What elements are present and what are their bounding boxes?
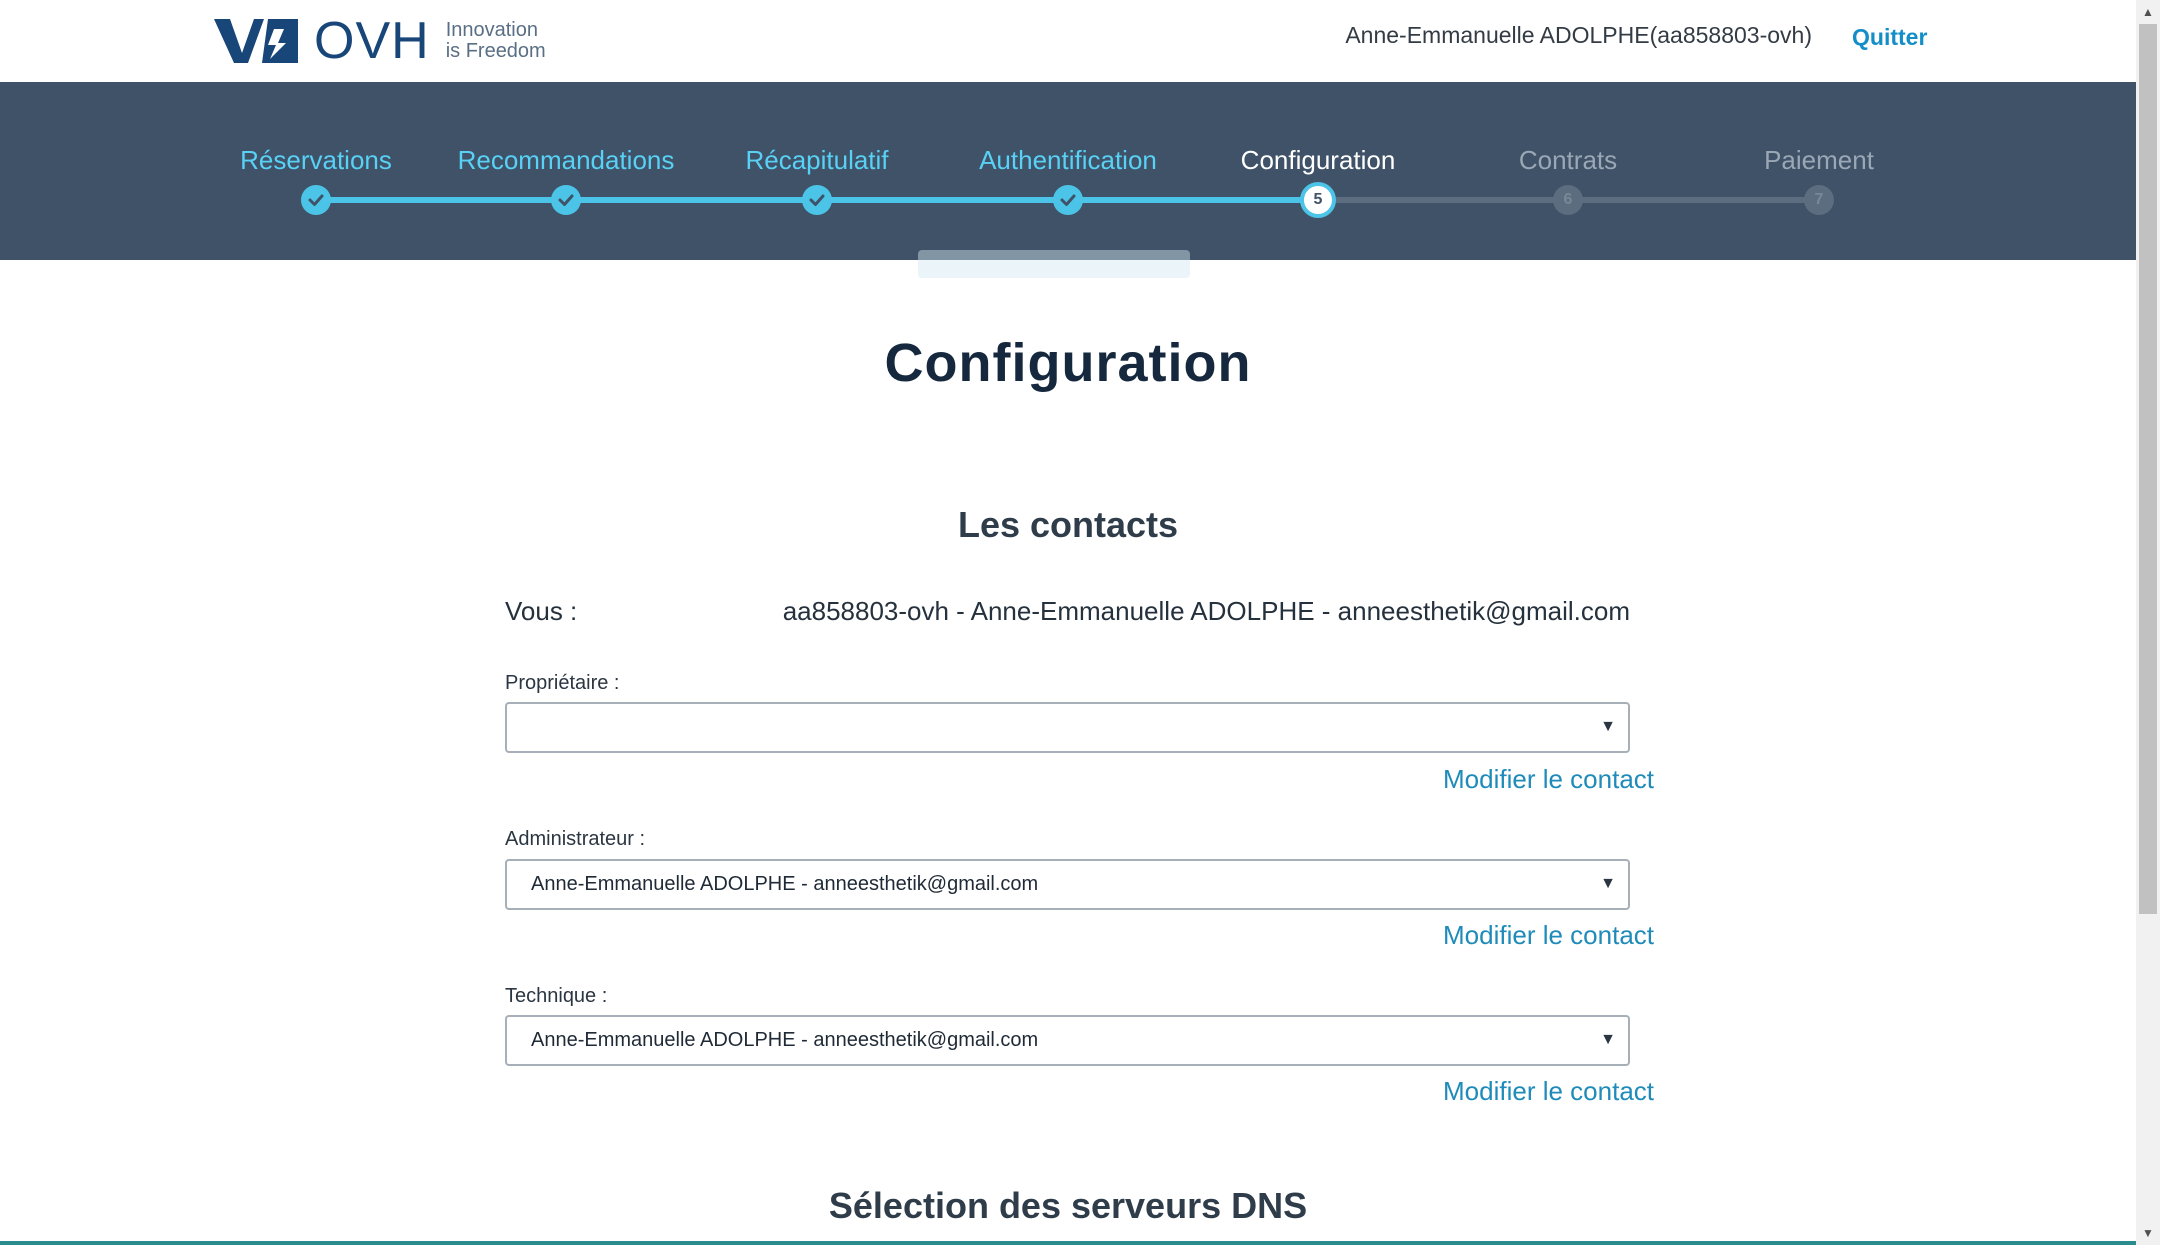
quit-link[interactable]: Quitter (1852, 24, 1927, 51)
scroll-down-icon[interactable]: ▼ (2136, 1221, 2160, 1245)
check-icon (551, 185, 581, 215)
dropdown-arrow-icon: ▼ (1600, 718, 1616, 735)
step-configuration: Configuration 5 (1193, 82, 1443, 260)
top-header: OVH Innovation is Freedom Anne-Emmanuell… (0, 0, 2136, 82)
modify-owner-link[interactable]: Modifier le contact (1443, 764, 1654, 795)
step-label: Recommandations (457, 145, 675, 175)
step-recapitulatif[interactable]: Récapitulatif (692, 82, 942, 260)
scrollbar-thumb[interactable] (2139, 24, 2157, 914)
logo-tagline-line2: is Freedom (445, 40, 546, 62)
step-recommandations[interactable]: Recommandations (441, 82, 691, 260)
ovh-logo-icon (214, 19, 298, 63)
page-title: Configuration (884, 333, 1252, 393)
step-label: Contrats (1518, 145, 1618, 175)
step-reservations[interactable]: Réservations (191, 82, 441, 260)
step-number: 6 (1553, 185, 1583, 215)
scroll-up-icon[interactable]: ▲ (2136, 0, 2160, 24)
ovh-logo[interactable]: OVH Innovation is Freedom (212, 12, 546, 70)
faded-tooltip (918, 250, 1190, 278)
vous-label: Vous : (505, 596, 578, 626)
check-icon (301, 185, 331, 215)
contacts-section-title: Les contacts (957, 504, 1179, 545)
dropdown-arrow-icon: ▼ (1600, 875, 1616, 892)
step-contrats: Contrats 6 (1443, 82, 1693, 260)
step-label: Paiement (1764, 145, 1874, 175)
dropdown-arrow-icon: ▼ (1600, 1031, 1616, 1048)
logo-tagline: Innovation is Freedom (446, 20, 546, 62)
step-label: Authentification (979, 145, 1157, 175)
vous-value: aa858803-ovh - Anne-Emmanuelle ADOLPHE -… (782, 596, 1630, 626)
check-icon (1053, 185, 1083, 215)
step-label: Réservations (240, 145, 392, 175)
bottom-accent-line (0, 1241, 2136, 1245)
tech-select[interactable]: Anne-Emmanuelle ADOLPHE - anneesthetik@g… (505, 1015, 1630, 1066)
admin-label: Administrateur : (505, 828, 646, 850)
modify-tech-link[interactable]: Modifier le contact (1443, 1076, 1654, 1107)
step-paiement: Paiement 7 (1694, 82, 1944, 260)
step-number: 7 (1804, 185, 1834, 215)
admin-select-value: Anne-Emmanuelle ADOLPHE - anneesthetik@g… (531, 873, 1039, 895)
owner-label: Propriétaire : (505, 672, 620, 694)
current-user-row: Vous : aa858803-ovh - Anne-Emmanuelle AD… (505, 596, 1630, 630)
logo-tagline-line1: Innovation (445, 19, 538, 41)
user-name: Anne-Emmanuelle ADOLPHE(aa858803-ovh) (1345, 22, 1812, 48)
modify-admin-link[interactable]: Modifier le contact (1443, 920, 1654, 951)
check-icon (802, 185, 832, 215)
tech-select-value: Anne-Emmanuelle ADOLPHE - anneesthetik@g… (531, 1029, 1039, 1051)
step-label: Configuration (1240, 145, 1396, 175)
owner-select[interactable]: ▼ (505, 702, 1630, 753)
step-label: Récapitulatif (745, 145, 889, 175)
admin-select[interactable]: Anne-Emmanuelle ADOLPHE - anneesthetik@g… (505, 859, 1630, 910)
logo-wordmark: OVH (314, 12, 430, 70)
dns-section-title: Sélection des serveurs DNS (828, 1185, 1308, 1226)
tech-label: Technique : (505, 985, 608, 1007)
step-number: 5 (1300, 182, 1336, 218)
step-authentification[interactable]: Authentification (943, 82, 1193, 260)
vertical-scrollbar[interactable]: ▲ ▼ (2136, 0, 2160, 1245)
checkout-stepper: Réservations Recommandations Récapitulat… (0, 82, 2136, 260)
